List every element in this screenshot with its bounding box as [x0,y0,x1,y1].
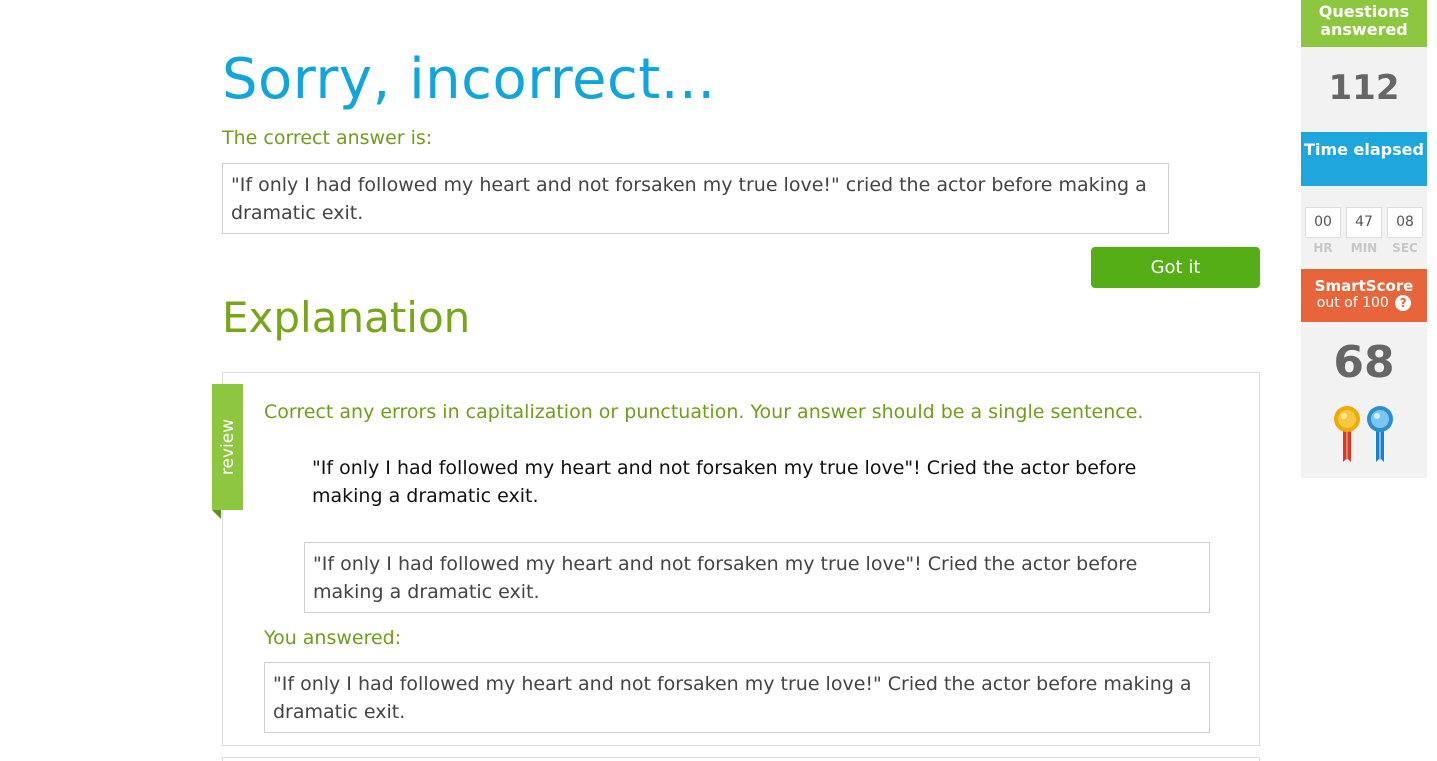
timer-seconds-label: SEC [1392,241,1418,255]
explanation-title: Explanation [222,293,471,342]
got-it-button[interactable]: Got it [1091,247,1260,288]
practice-page: Sorry, incorrect... The correct answer i… [0,0,1437,761]
user-answer-box: "If only I had followed my heart and not… [264,662,1210,733]
timer-hours-label: HR [1313,241,1333,255]
questions-answered-header: Questions answered [1301,0,1427,47]
timer-minutes-label: MIN [1350,241,1378,255]
score-sidebar: Questions answered 112 Time elapsed 00 H… [1301,0,1427,478]
review-ribbon-label: review [217,418,238,476]
timer-seconds-value: 08 [1387,207,1423,238]
next-panel-edge [222,757,1260,761]
red-ribbon-icon [1334,406,1360,462]
feedback-title: Sorry, incorrect... [222,47,716,112]
review-ribbon: review [212,384,243,519]
smartscore-subtitle-text: out of 100 [1316,295,1389,311]
smartscore-title: SmartScore [1314,277,1414,295]
correct-answer-box: "If only I had followed my heart and not… [222,163,1169,234]
time-elapsed-header: Time elapsed [1301,132,1427,186]
you-answered-label: You answered: [264,627,402,649]
question-instructions: Correct any errors in capitalization or … [264,401,1144,423]
question-sentence: "If only I had followed my heart and not… [312,457,1137,507]
review-panel: review Correct any errors in capitalizat… [212,372,1260,746]
smartscore-subtitle: out of 100 ? [1301,295,1427,312]
smartscore-value: 68 [1333,337,1395,388]
smartscore-header: SmartScore out of 100 ? [1301,269,1427,322]
award-ribbons [1334,406,1393,462]
correct-answer-label: The correct answer is: [222,127,433,149]
questions-answered-value: 112 [1328,68,1400,108]
timer-seconds: 08 SEC [1387,207,1423,255]
timer-minutes: 47 MIN [1346,207,1382,255]
help-icon[interactable]: ? [1395,295,1412,311]
question-answer-box: "If only I had followed my heart and not… [304,542,1210,613]
timer-hours-value: 00 [1305,207,1341,238]
blue-ribbon-icon [1367,406,1393,462]
timer-minutes-value: 47 [1346,207,1382,238]
timer-hours: 00 HR [1305,207,1341,255]
